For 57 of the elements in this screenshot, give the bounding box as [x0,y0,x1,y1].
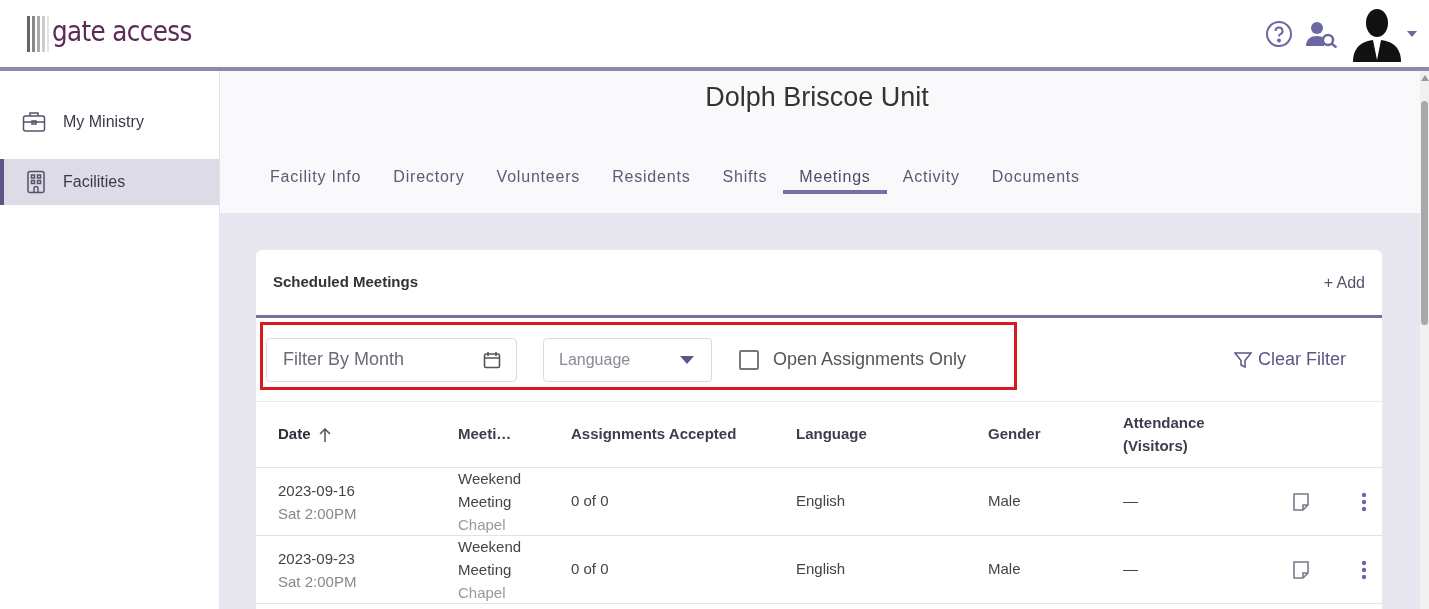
checkbox[interactable] [739,349,759,370]
page-title: Dolph Briscoe Unit [705,81,929,114]
table-cell: English [796,492,846,510]
location-text: Chapel [458,515,507,535]
calendar-icon[interactable] [483,350,501,369]
tab[interactable]: Documents [975,154,1096,194]
caret-icon [680,355,694,364]
tab[interactable]: Shifts [706,154,784,194]
user-search-icon[interactable] [1305,19,1339,48]
help-icon[interactable] [1265,19,1293,48]
table-cell: Male [988,560,1021,578]
date-text: 2023-09-23 [278,548,356,569]
add-button[interactable]: + Add [1323,270,1365,295]
tab[interactable]: Directory [377,154,481,194]
location-text: Chapel [458,583,507,603]
meeting-name: Weekend Meeting [458,537,523,580]
logo-bars-icon [26,13,50,54]
table-cell: English [796,560,846,578]
sidebar-item[interactable]: My Ministry [0,99,219,145]
date-text: 2023-09-16 [278,480,356,501]
meeting-name: Weekend Meeting [458,469,523,512]
scrollbar[interactable] [1420,71,1429,609]
building-icon [26,170,46,194]
caret-icon[interactable] [1407,30,1417,37]
column-header[interactable]: Language [796,423,867,446]
time-text: Sat 2:00PM [278,503,358,524]
briefcase-icon [22,111,46,133]
column-header[interactable]: Assignments Accepted [571,423,737,446]
table-cell: Male [988,492,1021,510]
more-options-icon[interactable] [1361,559,1367,580]
tab[interactable]: Facility Info [254,154,378,194]
clear-filter-button[interactable]: Clear Filter [1234,346,1346,373]
month-filter-field[interactable]: Filter By Month [266,337,517,382]
logo[interactable]: gate access [26,13,217,54]
column-header[interactable]: Meeti… [458,423,512,446]
time-text: Sat 2:00PM [278,571,358,592]
filter-icon [1234,350,1252,369]
checkbox-label: Open Assignments Only [773,348,967,371]
column-header[interactable]: Gender [988,423,1041,446]
language-select[interactable]: Language [543,337,712,382]
more-options-icon[interactable] [1361,491,1367,512]
note-icon[interactable] [1291,559,1311,580]
card-title: Scheduled Meetings [273,272,419,293]
column-header[interactable]: Date [278,423,311,446]
sidebar-item[interactable]: Facilities [0,159,219,205]
table-cell: — [1123,560,1138,578]
tab[interactable]: Residents [596,154,707,194]
note-icon[interactable] [1291,491,1311,512]
tab[interactable]: Activity [886,154,976,194]
sort-arrow-icon[interactable] [318,427,331,442]
table-cell: 0 of 0 [571,492,609,510]
table-cell: 0 of 0 [571,560,609,578]
table-cell: — [1123,492,1138,510]
tab[interactable]: Volunteers [480,154,597,194]
tab[interactable]: Meetings [783,154,887,194]
column-header[interactable]: Attendance (Visitors) [1123,412,1273,457]
logo-text: gate access [52,17,192,46]
